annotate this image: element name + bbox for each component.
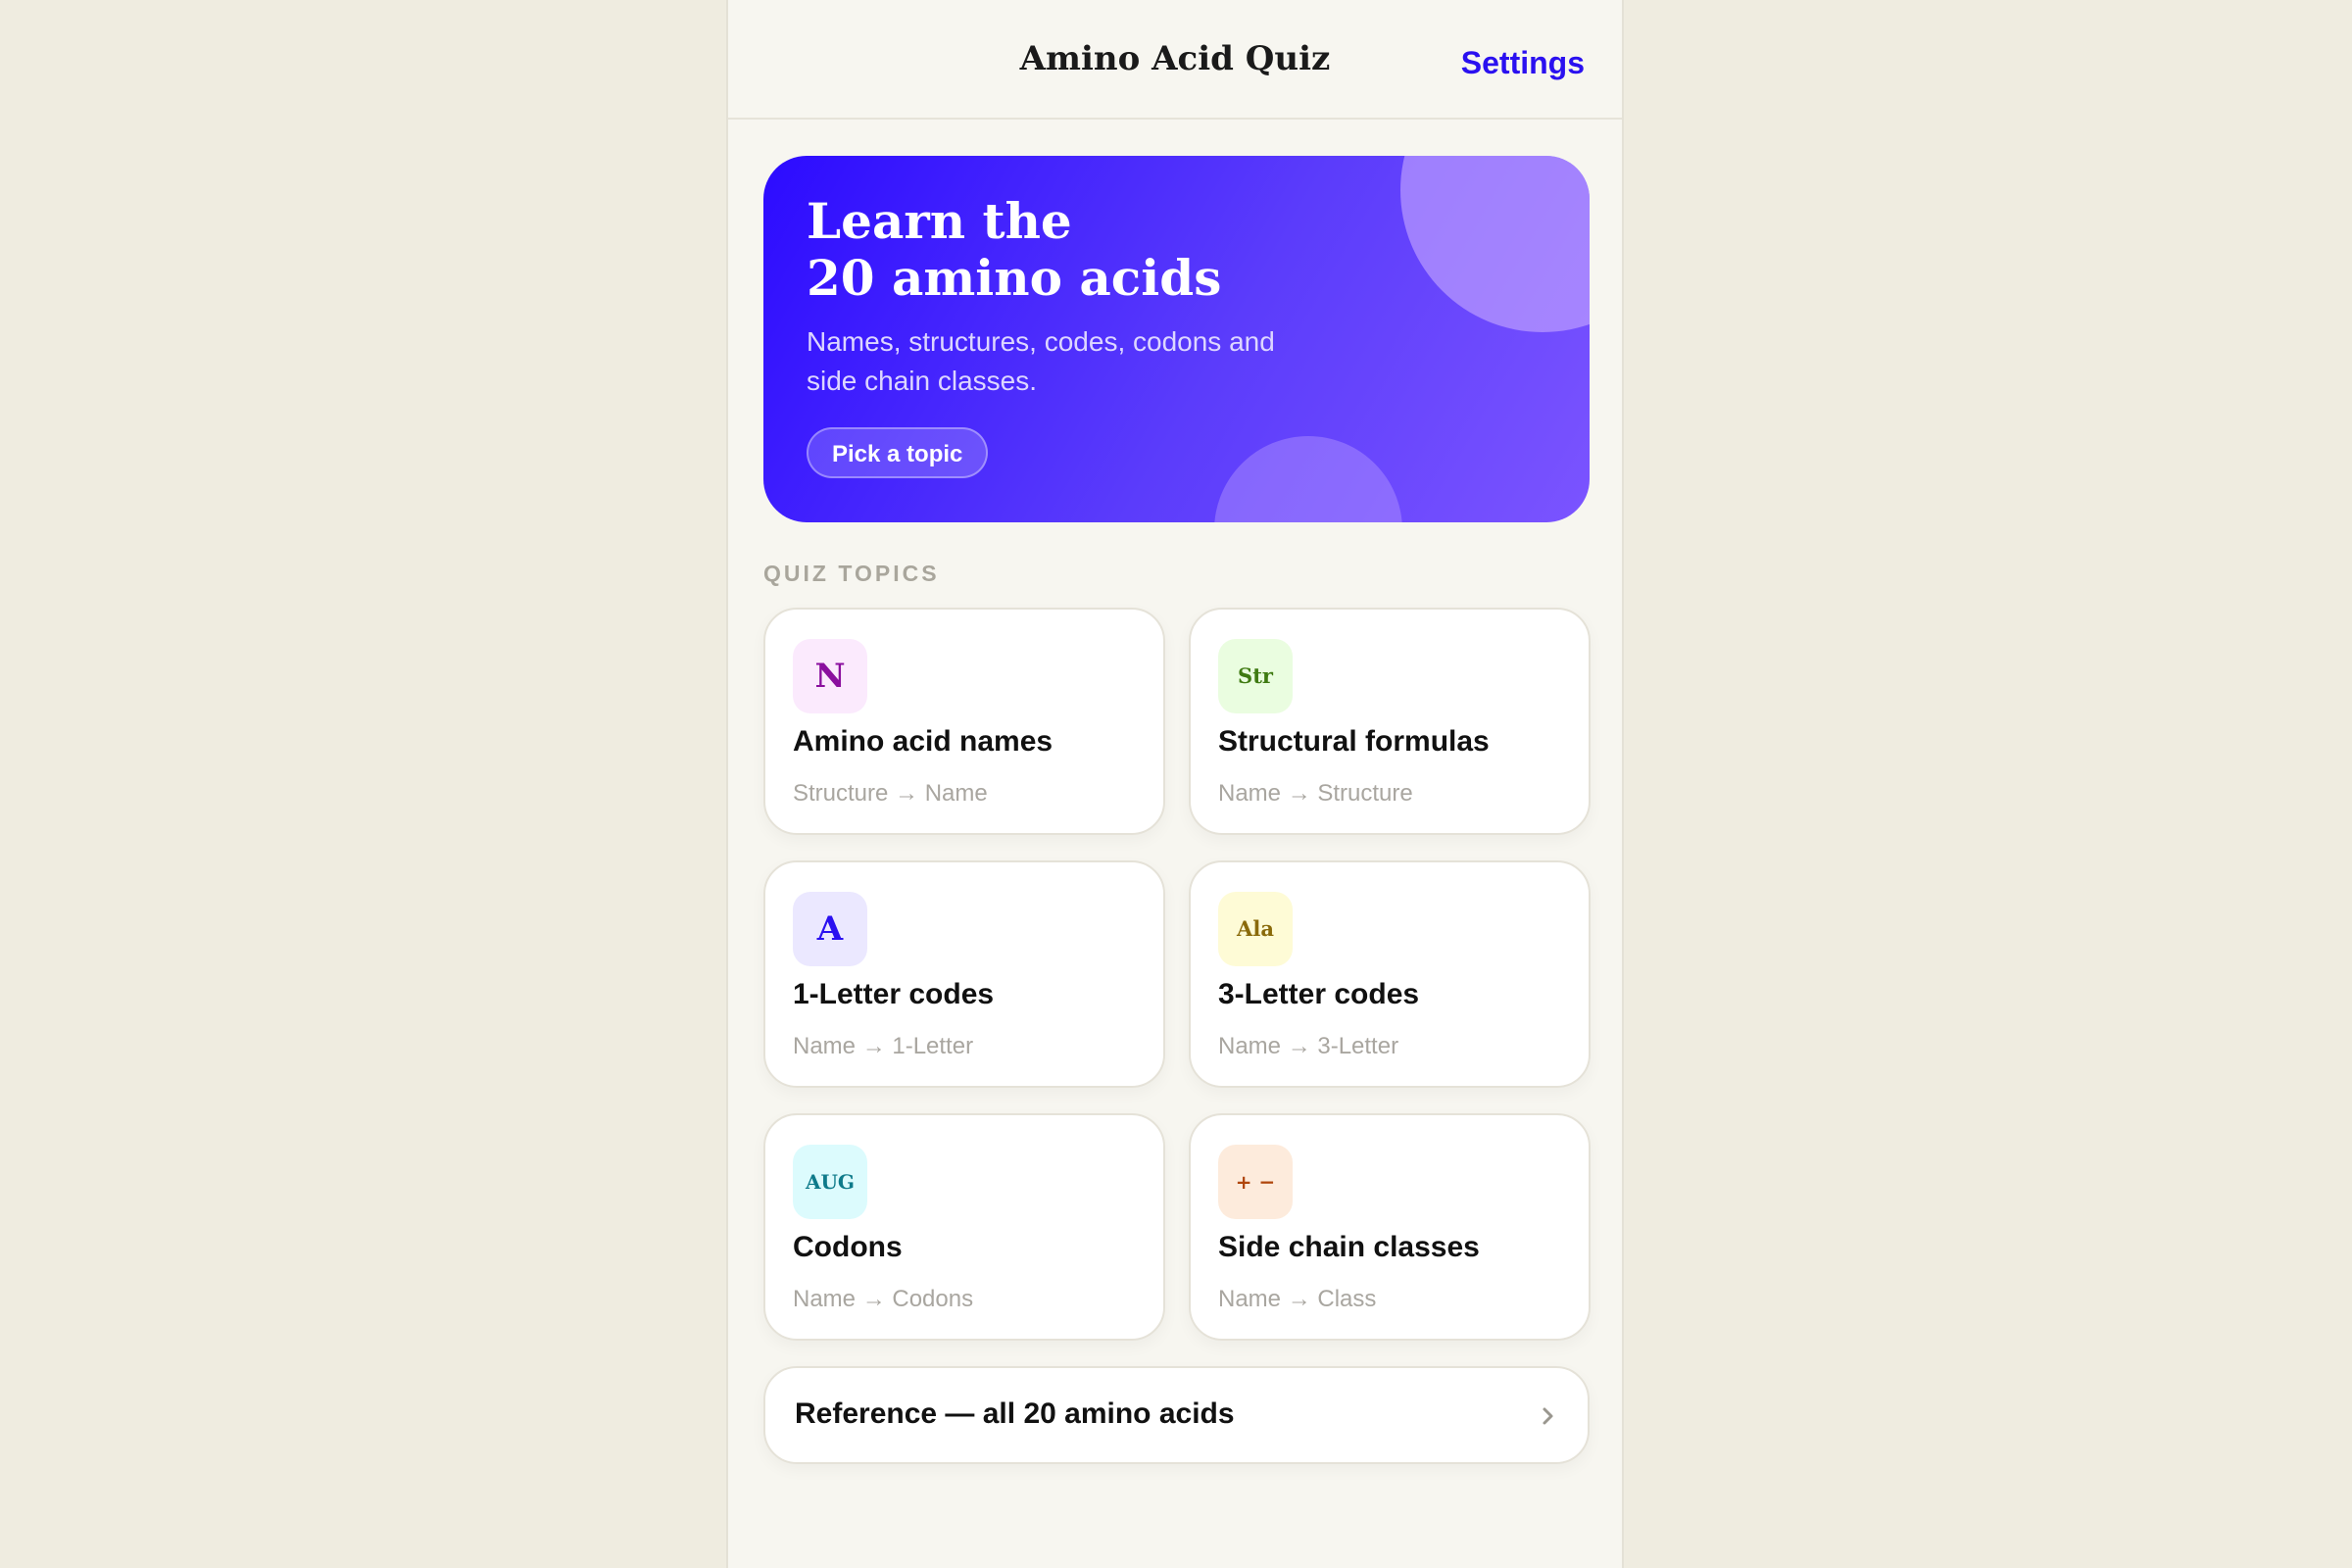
topic-title: 3-Letter codes <box>1218 978 1420 1010</box>
topic-title: Codons <box>793 1231 903 1263</box>
letter-a-icon: A <box>793 892 867 966</box>
hero-subtitle: Names, structures, codes, codons and sid… <box>807 326 1275 396</box>
topic-subtitle: Name → Structure <box>1218 780 1413 807</box>
reference-row[interactable]: Reference — all 20 amino acids <box>763 1366 1590 1464</box>
charge-icon: + − <box>1218 1145 1293 1219</box>
topic-subtitle: Name → Class <box>1218 1286 1377 1312</box>
topic-title: 1-Letter codes <box>793 978 995 1010</box>
topic-card-structural-formulas[interactable]: Str Structural formulas Name → Structure <box>1189 608 1591 835</box>
topic-subtitle: Name → 3-Letter <box>1218 1033 1399 1059</box>
hero-title-line-1: Learn the <box>807 192 1072 250</box>
topic-card-amino-acid-names[interactable]: N Amino acid names Structure → Name <box>763 608 1165 835</box>
topic-subtitle: Name → Codons <box>793 1286 974 1312</box>
app-screen: Amino Acid Quiz Settings Learn the 20 am… <box>726 0 1624 1568</box>
topic-card-side-chain-classes[interactable]: + − Side chain classes Name → Class <box>1189 1113 1591 1341</box>
decorative-circle <box>1214 436 1402 522</box>
header-bar: Amino Acid Quiz Settings <box>728 0 1622 120</box>
topic-card-3-letter-codes[interactable]: Ala 3-Letter codes Name → 3-Letter <box>1189 860 1591 1088</box>
letter-n-icon: N <box>793 639 867 713</box>
settings-button[interactable]: Settings <box>1461 45 1585 81</box>
topic-card-1-letter-codes[interactable]: A 1-Letter codes Name → 1-Letter <box>763 860 1165 1088</box>
topic-title: Structural formulas <box>1218 725 1490 758</box>
hero-title: Learn the 20 amino acids <box>807 193 1355 307</box>
chevron-right-icon <box>1543 1407 1553 1425</box>
pick-topic-button[interactable]: Pick a topic <box>807 427 989 478</box>
reference-label: Reference — all 20 amino acids <box>795 1397 1235 1430</box>
section-label-quiz-topics: QUIZ TOPICS <box>763 561 940 586</box>
codon-icon: AUG <box>793 1145 867 1219</box>
decorative-circle <box>1400 156 1590 332</box>
topic-card-codons[interactable]: AUG Codons Name → Codons <box>763 1113 1165 1341</box>
hero-banner: Learn the 20 amino acids Names, structur… <box>763 156 1590 522</box>
topic-title: Amino acid names <box>793 725 1054 758</box>
three-letter-icon: Ala <box>1218 892 1293 966</box>
topic-title: Side chain classes <box>1218 1231 1480 1263</box>
topic-subtitle: Name → 1-Letter <box>793 1033 974 1059</box>
topic-subtitle: Structure → Name <box>793 780 988 807</box>
structure-icon: Str <box>1218 639 1293 713</box>
hero-title-line-2: 20 amino acids <box>807 249 1222 307</box>
